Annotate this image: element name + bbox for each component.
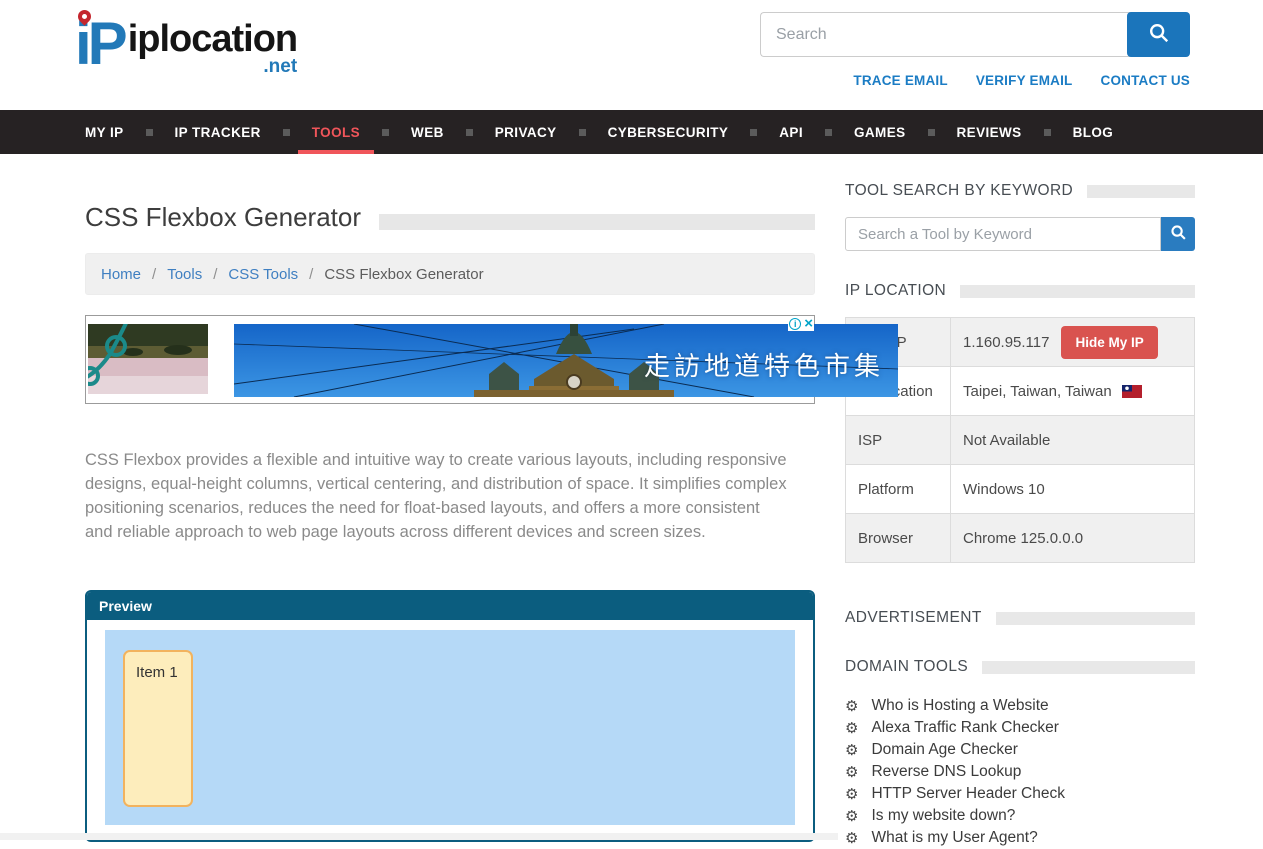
gear-icon: ⚙ [845, 809, 858, 824]
header-links: TRACE EMAIL VERIFY EMAIL CONTACT US [760, 73, 1190, 88]
breadcrumb-current: CSS Flexbox Generator [324, 266, 483, 283]
ad-close-icon[interactable]: × [804, 317, 813, 330]
row-label: Platform [846, 465, 951, 514]
nav-separator [579, 129, 586, 136]
ad-main-image: 走訪地道特色市集 [234, 324, 898, 397]
nav-item-ip-tracker[interactable]: IP TRACKER [175, 110, 261, 154]
ip-location-value: Taipei, Taiwan, Taiwan [963, 383, 1112, 400]
sidebar: TOOL SEARCH BY KEYWORD IP LOCATION Your … [845, 182, 1195, 849]
breadcrumb-css-tools[interactable]: CSS Tools [228, 266, 298, 283]
header-search [760, 12, 1190, 57]
domain-tools-heading: DOMAIN TOOLS [845, 658, 968, 676]
table-row: Platform Windows 10 [846, 465, 1195, 514]
breadcrumb-separator: / [213, 266, 217, 283]
page-title: CSS Flexbox Generator [85, 202, 361, 233]
preview-panel-body: Item 1 [87, 620, 813, 840]
nav-item-web[interactable]: WEB [411, 110, 444, 154]
table-row: Browser Chrome 125.0.0.0 [846, 514, 1195, 563]
search-icon [1148, 22, 1170, 47]
ad-overlay-text: 走訪地道特色市集 [644, 346, 884, 383]
header-search-input[interactable] [760, 12, 1131, 57]
row-label: ISP [846, 416, 951, 465]
nav-item-my-ip[interactable]: MY IP [85, 110, 124, 154]
contact-us-link[interactable]: CONTACT US [1101, 73, 1191, 88]
table-row: ISP Not Available [846, 416, 1195, 465]
nav-item-tools[interactable]: TOOLS [312, 110, 360, 154]
tool-link-reverse-dns[interactable]: ⚙ Reverse DNS Lookup [845, 761, 1195, 783]
main-column: CSS Flexbox Generator Home / Tools / CSS… [85, 154, 815, 849]
nav-separator [283, 129, 290, 136]
your-ip-value: 1.160.95.117 [963, 334, 1049, 351]
main-nav: MY IP IP TRACKER TOOLS WEB PRIVACY CYBER… [0, 110, 1263, 154]
nav-separator [928, 129, 935, 136]
logo-monogram: iP [75, 4, 124, 82]
gear-icon: ⚙ [845, 831, 858, 846]
tool-link-http-header[interactable]: ⚙ HTTP Server Header Check [845, 783, 1195, 805]
logo-text: iplocation .net [128, 20, 297, 78]
nav-item-api[interactable]: API [779, 110, 803, 154]
tool-search-heading: TOOL SEARCH BY KEYWORD [845, 182, 1073, 200]
logo-name: iplocation [128, 20, 297, 58]
breadcrumb: Home / Tools / CSS Tools / CSS Flexbox G… [85, 253, 815, 295]
tool-search-button[interactable] [1161, 217, 1195, 251]
tool-search-input[interactable] [845, 217, 1161, 251]
isp-value: Not Available [951, 416, 1195, 465]
gear-icon: ⚙ [845, 743, 858, 758]
tool-link-user-agent[interactable]: ⚙ What is my User Agent? [845, 827, 1195, 849]
tool-link-domain-age[interactable]: ⚙ Domain Age Checker [845, 739, 1195, 761]
nav-item-games[interactable]: GAMES [854, 110, 906, 154]
site-header: iP iplocation .net TRACE EMAIL VERIFY EM… [0, 0, 1263, 110]
breadcrumb-home[interactable]: Home [101, 266, 141, 283]
nav-item-cybersecurity[interactable]: CYBERSECURITY [608, 110, 729, 154]
nav-separator [1044, 129, 1051, 136]
nav-item-blog[interactable]: BLOG [1073, 110, 1114, 154]
nav-separator [750, 129, 757, 136]
gear-icon: ⚙ [845, 699, 858, 714]
hide-my-ip-button[interactable]: Hide My IP [1061, 326, 1157, 359]
trace-email-link[interactable]: TRACE EMAIL [853, 73, 947, 88]
breadcrumb-separator: / [152, 266, 156, 283]
gear-icon: ⚙ [845, 765, 858, 780]
nav-separator [382, 129, 389, 136]
ad-banner[interactable]: 走訪地道特色市集 i × [85, 315, 815, 404]
domain-tools-list: ⚙ Who is Hosting a Website ⚙ Alexa Traff… [845, 695, 1195, 849]
nav-item-reviews[interactable]: REVIEWS [957, 110, 1022, 154]
intro-paragraph: CSS Flexbox provides a flexible and intu… [85, 448, 791, 544]
nav-separator [825, 129, 832, 136]
ad-badges: i × [788, 316, 814, 331]
heading-decoration-bar [1087, 185, 1195, 198]
nav-separator [146, 129, 153, 136]
breadcrumb-tools[interactable]: Tools [167, 266, 202, 283]
gear-icon: ⚙ [845, 721, 858, 736]
taiwan-flag-icon [1122, 385, 1142, 398]
search-icon [1170, 224, 1187, 244]
tool-link-alexa-rank[interactable]: ⚙ Alexa Traffic Rank Checker [845, 717, 1195, 739]
title-decoration-bar [379, 214, 815, 230]
ad-info-icon[interactable]: i [789, 318, 801, 330]
gear-icon: ⚙ [845, 787, 858, 802]
heading-decoration-bar [996, 612, 1195, 625]
verify-email-link[interactable]: VERIFY EMAIL [976, 73, 1073, 88]
breadcrumb-separator: / [309, 266, 313, 283]
row-label: Browser [846, 514, 951, 563]
heading-decoration-bar [982, 661, 1195, 674]
advertisement-heading: ADVERTISEMENT [845, 609, 982, 627]
tool-link-who-is-hosting[interactable]: ⚙ Who is Hosting a Website [845, 695, 1195, 717]
browser-value: Chrome 125.0.0.0 [951, 514, 1195, 563]
ad-left-image [88, 324, 208, 394]
flex-preview-item-1: Item 1 [123, 650, 193, 807]
site-logo[interactable]: iP iplocation .net [75, 4, 297, 82]
footer-strip [0, 833, 838, 840]
heading-decoration-bar [960, 285, 1195, 298]
preview-panel: Preview Item 1 [85, 590, 815, 842]
header-search-button[interactable] [1127, 12, 1190, 57]
flex-preview-container: Item 1 [105, 630, 795, 825]
nav-item-privacy[interactable]: PRIVACY [495, 110, 557, 154]
tool-link-website-down[interactable]: ⚙ Is my website down? [845, 805, 1195, 827]
nav-separator [466, 129, 473, 136]
ip-location-heading: IP LOCATION [845, 282, 946, 300]
platform-value: Windows 10 [951, 465, 1195, 514]
preview-panel-header: Preview [87, 592, 813, 620]
